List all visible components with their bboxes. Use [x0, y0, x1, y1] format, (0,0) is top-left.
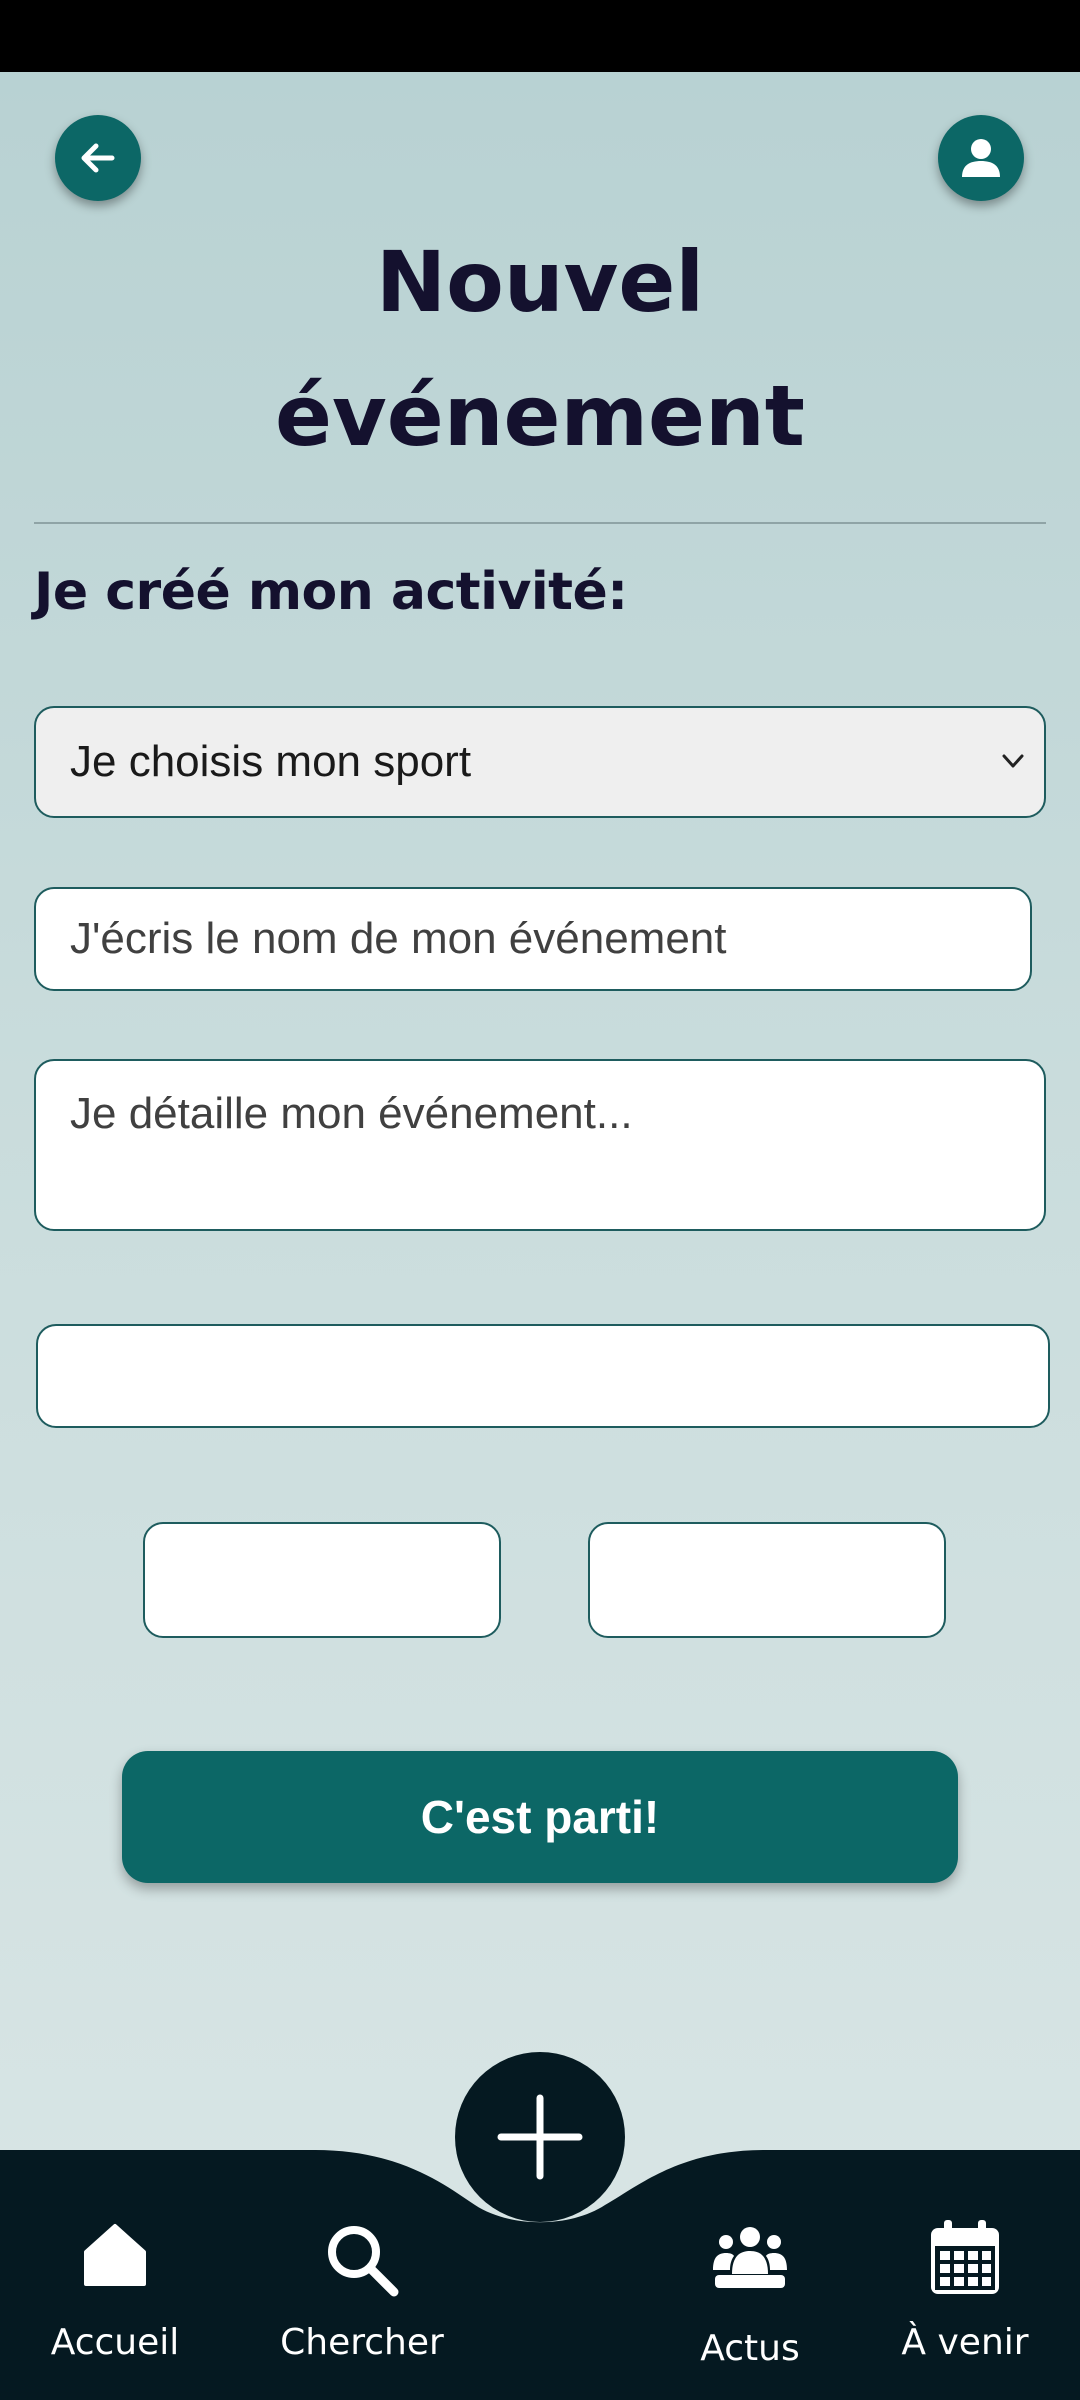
nav-label-a-venir: À venir	[901, 2322, 1029, 2363]
sport-select-value: Je choisis mon sport	[70, 737, 472, 786]
chevron-down-icon	[1002, 754, 1024, 768]
home-icon	[84, 2224, 146, 2286]
nav-item-accueil[interactable]: Accueil	[5, 2150, 225, 2400]
event-name-input[interactable]: J'écris le nom de mon événement	[34, 887, 1032, 991]
page-title-line1: Nouvel	[375, 233, 705, 331]
arrow-left-icon	[81, 143, 115, 173]
nav-label-accueil: Accueil	[50, 2322, 180, 2363]
date-input[interactable]	[143, 1522, 501, 1638]
divider	[34, 522, 1046, 524]
location-input[interactable]	[36, 1324, 1050, 1428]
sport-select[interactable]: Je choisis mon sport	[34, 706, 1046, 818]
nav-label-actus: Actus	[700, 2328, 800, 2369]
event-name-placeholder: J'écris le nom de mon événement	[70, 914, 727, 963]
event-details-placeholder: Je détaille mon événement...	[70, 1089, 633, 1138]
back-button[interactable]	[55, 115, 141, 201]
calendar-icon	[931, 2220, 999, 2294]
event-details-textarea[interactable]: Je détaille mon événement...	[34, 1059, 1046, 1231]
users-icon	[713, 2227, 787, 2288]
page-title: Nouvel événement	[0, 215, 1080, 483]
nav-item-chercher[interactable]: Chercher	[252, 2150, 472, 2400]
nav-item-actus[interactable]: Actus	[640, 2150, 860, 2400]
page-title-line2: événement	[275, 367, 805, 465]
status-bar	[0, 0, 1080, 72]
search-icon	[328, 2226, 399, 2297]
nav-item-a-venir[interactable]: À venir	[855, 2150, 1075, 2400]
nav-label-chercher: Chercher	[280, 2322, 444, 2363]
plus-icon	[497, 2094, 583, 2180]
add-event-fab[interactable]	[455, 2052, 625, 2222]
user-icon	[962, 139, 1000, 177]
section-heading: Je créé mon activité:	[34, 562, 628, 622]
profile-button[interactable]	[938, 115, 1024, 201]
submit-button[interactable]: C'est parti!	[122, 1751, 958, 1883]
time-input[interactable]	[588, 1522, 946, 1638]
